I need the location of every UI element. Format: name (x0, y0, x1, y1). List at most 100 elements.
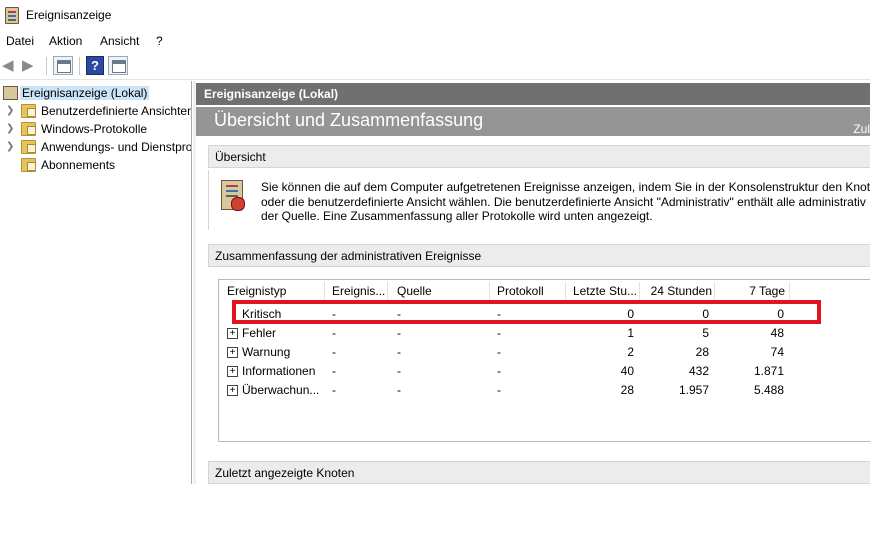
recent-nodes-section-header[interactable]: Zuletzt angezeigte Knoten (208, 461, 870, 484)
cell-event-id: - (332, 364, 336, 378)
show-hide-console-tree-icon[interactable] (53, 56, 73, 75)
cell-7d: 48 (770, 326, 784, 340)
help-icon[interactable]: ? (86, 56, 104, 75)
cell-log: - (497, 383, 501, 397)
column-header-ereignistyp[interactable]: Ereignistyp (227, 284, 327, 300)
window-title: Ereignisanzeige (26, 8, 112, 22)
overview-text: Sie können die auf dem Computer aufgetre… (261, 180, 870, 224)
chevron-right-icon[interactable]: ❯ (6, 105, 16, 117)
cell-type: Fehler (242, 326, 277, 340)
cell-source: - (397, 364, 401, 378)
event-viewer-icon (3, 86, 18, 100)
blank-area (0, 484, 870, 556)
cell-event-id: - (332, 326, 336, 340)
column-divider[interactable] (639, 282, 640, 302)
cell-log: - (497, 345, 501, 359)
cell-source: - (397, 383, 401, 397)
tree-item-label: Windows-Protokolle (41, 122, 148, 136)
cell-24h: 1.957 (678, 383, 709, 397)
arrow-right-icon[interactable]: ▶ (22, 58, 40, 74)
main-pane: Ereignisanzeige (Lokal) Übersicht und Zu… (196, 81, 870, 484)
overview-line: Sie können die auf dem Computer aufgetre… (261, 180, 870, 194)
cell-last-hour: 1 (627, 326, 634, 340)
overview-line: der Quelle. Eine Zusammenfassung aller P… (261, 209, 653, 223)
tree-item-label: Abonnements (41, 158, 116, 172)
cell-event-id: - (332, 383, 336, 397)
menu-aktion[interactable]: Aktion (49, 34, 82, 48)
table-row-informationen[interactable]: + Informationen - - - 40 432 1.871 (219, 362, 870, 381)
cell-type: Warnung (242, 345, 291, 359)
expand-plus-icon[interactable]: + (227, 347, 238, 358)
cell-7d: 1.871 (753, 364, 784, 378)
cell-log: - (497, 364, 501, 378)
menu-datei[interactable]: Datei (6, 34, 34, 48)
chevron-right-icon[interactable]: ❯ (6, 123, 16, 135)
tree-item-label: Benutzerdefinierte Ansichten (41, 104, 192, 118)
column-divider[interactable] (324, 282, 325, 302)
column-header-quelle[interactable]: Quelle (397, 284, 487, 300)
cell-24h: 432 (688, 364, 709, 378)
event-viewer-icon (5, 7, 19, 24)
cell-last-hour: 28 (620, 383, 634, 397)
column-divider[interactable] (489, 282, 490, 302)
cell-source: - (397, 326, 401, 340)
cell-24h: 5 (702, 326, 709, 340)
banner-right-text: Zul (853, 122, 870, 136)
cell-24h: 28 (695, 345, 709, 359)
expand-plus-icon[interactable]: + (227, 328, 238, 339)
column-divider[interactable] (565, 282, 566, 302)
expand-plus-icon[interactable]: + (227, 385, 238, 396)
tree-item-custom-views[interactable]: ❯ Benutzerdefinierte Ansichten (0, 102, 192, 120)
toolbar-separator (79, 57, 80, 75)
menu-help[interactable]: ? (156, 34, 163, 48)
cell-last-hour: 40 (620, 364, 634, 378)
folder-icon (21, 104, 36, 118)
subscriptions-icon (21, 158, 36, 172)
cell-7d: 5.488 (753, 383, 784, 397)
column-header-ereignis-id[interactable]: Ereignis... (332, 284, 388, 300)
arrow-left-icon[interactable]: ◀ (2, 58, 20, 74)
cell-type: Überwachun... (242, 383, 320, 397)
cell-7d: 74 (770, 345, 784, 359)
table-row-ueberwachung[interactable]: + Überwachun... - - - 28 1.957 5.488 (219, 381, 870, 400)
toolbar: ◀ ▶ ? (0, 51, 870, 80)
column-header-protokoll[interactable]: Protokoll (497, 284, 567, 300)
overview-section-header[interactable]: Übersicht (208, 145, 870, 168)
cell-event-id: - (332, 345, 336, 359)
cell-log: - (497, 326, 501, 340)
tree-item-app-service-logs[interactable]: ❯ Anwendungs- und Dienstprotokolle (0, 138, 192, 156)
folder-icon (21, 122, 36, 136)
cell-source: - (397, 345, 401, 359)
show-hide-action-pane-icon[interactable] (108, 56, 128, 75)
cell-last-hour: 2 (627, 345, 634, 359)
column-divider[interactable] (714, 282, 715, 302)
summary-section-header[interactable]: Zusammenfassung der administrativen Erei… (208, 244, 870, 267)
tree-item-label: Ereignisanzeige (Lokal) (20, 86, 150, 100)
tree-item-root[interactable]: Ereignisanzeige (Lokal) (0, 84, 191, 102)
overview-line: oder die benutzerdefinierte Ansicht wähl… (261, 194, 866, 209)
highlight-box (232, 300, 821, 324)
folder-icon (21, 140, 36, 154)
column-divider[interactable] (387, 282, 388, 302)
overview-section: Sie können die auf dem Computer aufgetre… (208, 170, 870, 230)
tree-item-windows-logs[interactable]: ❯ Windows-Protokolle (0, 120, 191, 138)
table-row-fehler[interactable]: + Fehler - - - 1 5 48 (219, 324, 870, 343)
menu-ansicht[interactable]: Ansicht (100, 34, 139, 48)
tree-item-label: Anwendungs- und Dienstprotokolle (41, 140, 192, 154)
cell-type: Informationen (242, 364, 316, 378)
console-tree: Ereignisanzeige (Lokal) ❯ Benutzerdefini… (0, 81, 192, 484)
title-bar: Ereignisanzeige (0, 0, 870, 30)
column-header-7-tage[interactable]: 7 Tage (717, 284, 785, 300)
chevron-right-icon[interactable]: ❯ (6, 141, 16, 153)
page-title: Übersicht und Zusammenfassung (196, 107, 870, 136)
tree-item-subscriptions[interactable]: Abonnements (0, 156, 191, 174)
toolbar-separator (46, 57, 47, 75)
event-viewer-overview-icon (221, 180, 245, 211)
column-header-letzte-stunde[interactable]: Letzte Stu... (569, 284, 637, 300)
column-header-24-stunden[interactable]: 24 Stunden (642, 284, 712, 300)
pane-header: Ereignisanzeige (Lokal) (196, 83, 870, 105)
menu-bar: Datei Aktion Ansicht ? (0, 30, 870, 51)
expand-plus-icon[interactable]: + (227, 366, 238, 377)
column-divider[interactable] (789, 282, 790, 302)
table-row-warnung[interactable]: + Warnung - - - 2 28 74 (219, 343, 870, 362)
